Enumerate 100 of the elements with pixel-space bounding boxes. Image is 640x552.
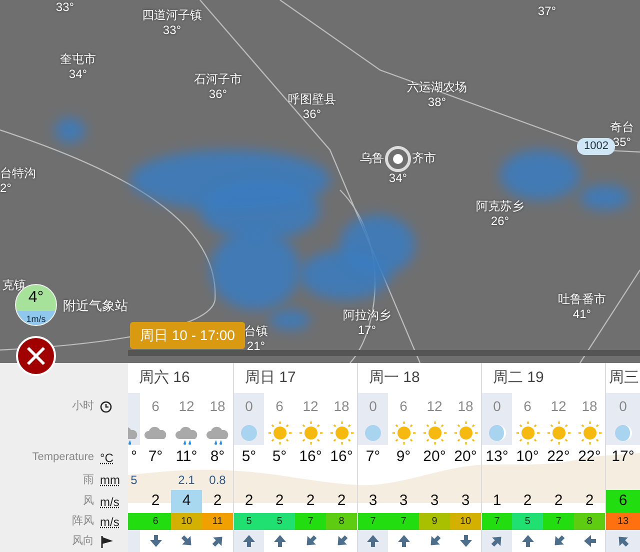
station-label: 附近气象站 [63,297,128,315]
temperature-value: 5° [242,447,256,468]
hour-label: 12 [302,397,318,416]
place-temperature: 21° [246,339,266,354]
temperature-value: 8° [210,447,225,468]
place-temperature: 36° [302,107,322,122]
hour-label: 18 [210,397,226,416]
temperature-value: 5° [272,447,287,468]
hour-label: 12 [178,397,194,416]
gust-cell: 5 [234,513,264,530]
row-label: 阵风 [72,514,94,530]
hour-label: 6 [152,397,160,416]
place-name: 吐鲁番市 [558,292,606,307]
gust-cell: 7 [358,513,388,530]
wind-value: 3 [430,491,439,512]
wind-value: 2 [213,491,222,512]
hour-label: 6 [524,397,532,416]
temperature-value: 7° [148,447,163,468]
temperature-value: 13° [486,447,508,468]
hour-label: 12 [550,397,566,416]
place-temperature: 36° [208,87,228,102]
temperature-value: 11° [176,447,198,468]
time-label: 周日 10 - 17:00 [130,322,245,349]
wind-value: 2 [306,491,315,512]
wind-value: 2 [244,491,254,512]
wind-cell: 6 [606,490,640,513]
gust-cell: 6 [140,513,171,530]
station-wind: 1m/s [16,311,56,325]
place-name: 齐市 [412,151,436,166]
gust-cell: 7 [543,513,574,530]
wind-value: 3 [461,491,470,512]
row-label: 雨 [83,472,94,488]
unit-label[interactable]: mm [94,471,128,489]
gust-cell: 9 [419,513,450,530]
gust-cell: 11 [202,513,233,530]
temperature-value: 16° [330,447,353,468]
day-label[interactable]: 周一 18 [369,369,420,386]
station-temperature: 4° [27,288,45,308]
place-name: 奎屯市 [60,52,96,67]
place-temperature: 34° [388,171,408,186]
place-temperature: 41° [572,307,592,322]
hour-label: 0 [369,397,377,416]
place-temperature: 38° [426,95,448,110]
row-label: 风 [83,494,94,510]
wind-value: 2 [585,491,594,512]
temperature-value: 9° [396,447,411,468]
hour-label: 0 [245,397,253,416]
day-label[interactable]: 周六 16 [139,369,190,386]
wind-value: 2 [337,491,346,512]
temperature-value: 20° [423,447,446,468]
wind-value: 2 [523,491,532,512]
place-name: 乌鲁 [360,151,384,166]
rain-value: 5 [130,472,138,489]
wind-value: 2 [151,491,160,512]
day-label[interactable]: 周日 17 [245,369,296,386]
wind-value: 2 [275,491,284,512]
row-label: 小时 [72,399,94,414]
flag-icon [100,535,114,548]
place-temperature: 2° [0,181,12,196]
gust-cell: 5 [512,513,543,530]
hour-label: 18 [582,397,598,416]
gust-cell: 5 [264,513,295,530]
temperature-value: ° [131,447,137,468]
location-marker[interactable] [385,146,411,172]
temperature-value: 7° [366,447,380,468]
rain-area [55,118,85,143]
gust-cell: 10 [450,513,481,530]
gust-cell: 10 [171,513,202,530]
day-label[interactable]: 周三 [609,369,639,386]
hour-label: 18 [334,397,350,416]
place-name: 四道河子镇 [142,8,202,23]
unit-label[interactable]: m/s [94,492,128,510]
gust-cell: 13 [606,513,640,530]
wind-value: 2 [554,491,563,512]
day-label[interactable]: 周二 19 [493,369,544,386]
place-temperature: 17° [356,323,378,338]
place-name: 奇台 [610,120,634,135]
place-name: 阿拉沟乡 [343,308,391,323]
gust-cell: 8 [326,513,357,530]
place-name: 台镇 [244,324,268,339]
unit-label[interactable]: m/s [94,512,128,530]
temperature-value: 10° [516,447,539,468]
place-temperature: 26° [490,214,510,229]
temperature-value: 22° [547,447,570,468]
place-name: 石河子市 [194,72,242,87]
rain-value: 0.8 [209,472,226,489]
hour-label: 6 [276,397,284,416]
gust-cell: 8 [574,513,605,530]
place-temperature: 33° [56,0,74,15]
place-temperature: 37° [538,4,556,19]
wind-value: 3 [399,491,408,512]
close-icon [26,346,46,366]
wind-value: 1 [492,491,502,512]
gust-cell: 7 [482,513,512,530]
unit-label[interactable]: °C [94,448,128,466]
temperature-value: 16° [299,447,322,468]
place-name: 六运湖农场 [407,80,467,95]
rain-value: 2.1 [178,472,195,489]
place-temperature: 34° [68,67,88,82]
row-label: 风向 [72,534,94,549]
